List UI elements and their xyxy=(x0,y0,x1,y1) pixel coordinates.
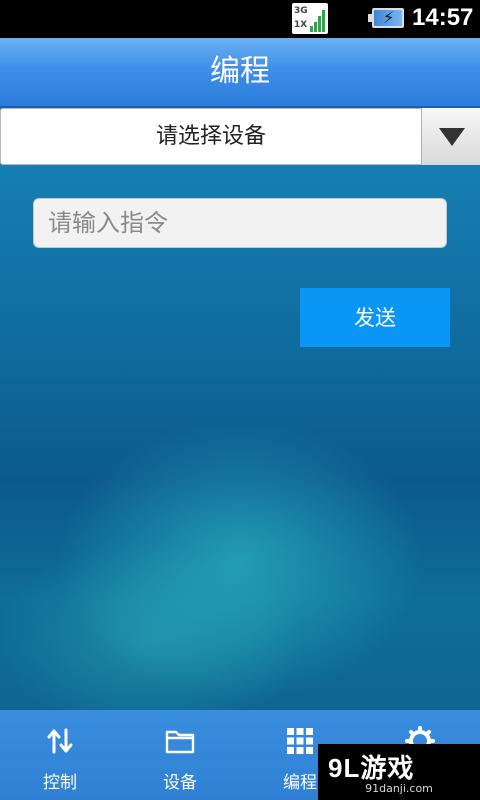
page-title: 编程 xyxy=(210,54,270,89)
sort-arrows-icon xyxy=(47,728,73,754)
network-type-top: 3G xyxy=(294,6,308,16)
folder-icon xyxy=(165,730,195,754)
battery-charging-icon: ⚡ xyxy=(368,8,404,28)
nav-label-devices: 设备 xyxy=(163,773,197,793)
app-screen: 3G 1X ⚡ 14:57 编程 请选择设备 发送 xyxy=(0,0,480,800)
grid-icon xyxy=(287,728,313,754)
title-bar: 编程 xyxy=(0,38,480,108)
watermark-url: 91danji.com xyxy=(365,782,433,795)
watermark: 9L游戏 91danji.com xyxy=(318,744,480,800)
signal-bars-icon xyxy=(310,6,326,32)
status-clock: 14:57 xyxy=(412,4,474,31)
nav-item-control[interactable]: 控制 xyxy=(0,710,120,800)
status-bar: 3G 1X ⚡ 14:57 xyxy=(0,0,480,38)
device-dropdown-button[interactable] xyxy=(421,108,480,165)
network-indicator-icon: 3G 1X xyxy=(292,3,328,34)
dropdown-triangle-icon xyxy=(439,128,465,146)
send-button[interactable]: 发送 xyxy=(300,288,450,347)
network-type-bottom: 1X xyxy=(294,20,308,30)
device-selector-label: 请选择设备 xyxy=(155,124,266,149)
nav-item-devices[interactable]: 设备 xyxy=(120,710,240,800)
command-input[interactable] xyxy=(33,198,447,248)
watermark-logo: 9L游戏 xyxy=(328,753,415,783)
device-selector[interactable]: 请选择设备 xyxy=(0,108,480,165)
nav-label-control: 控制 xyxy=(43,773,77,793)
